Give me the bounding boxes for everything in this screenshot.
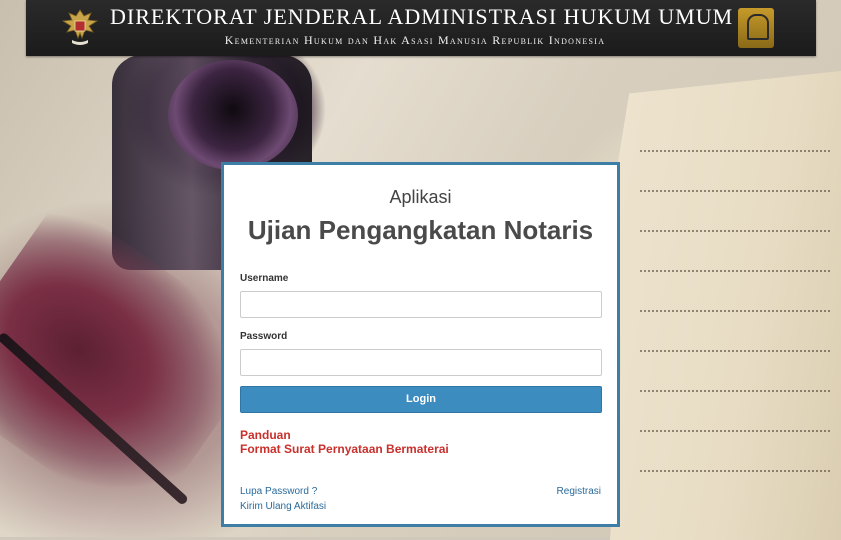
- background-handwriting: [640, 310, 830, 314]
- app-title: Ujian Pengangkatan Notaris: [247, 215, 594, 245]
- password-label: Password: [240, 331, 288, 342]
- username-input[interactable]: [240, 291, 602, 318]
- ministry-logo-icon: [738, 8, 774, 48]
- garuda-emblem-icon: [61, 9, 99, 45]
- password-input[interactable]: [240, 349, 602, 376]
- forgot-password-link[interactable]: Lupa Password ?: [240, 486, 317, 497]
- header-banner: DIREKTORAT JENDERAL ADMINISTRASI HUKUM U…: [26, 0, 816, 56]
- background-handwriting: [640, 430, 830, 434]
- header-subtitle: Kementerian Hukum dan Hak Asasi Manusia …: [224, 33, 606, 47]
- login-button[interactable]: Login: [240, 386, 602, 413]
- login-card: Aplikasi Ujian Pengangkatan Notaris User…: [221, 162, 620, 527]
- guide-link[interactable]: Panduan: [240, 428, 291, 442]
- register-link[interactable]: Registrasi: [557, 486, 601, 497]
- app-label: Aplikasi: [389, 187, 452, 207]
- background-handwriting: [640, 390, 830, 394]
- background-handwriting: [640, 190, 830, 194]
- background-handwriting: [640, 470, 830, 474]
- background-handwriting: [640, 150, 830, 154]
- background-handwriting: [640, 270, 830, 274]
- background-handwriting: [640, 350, 830, 354]
- statement-format-link[interactable]: Format Surat Pernyataan Bermaterai: [240, 442, 449, 456]
- username-label: Username: [240, 273, 289, 284]
- ink-bottle-opening: [168, 60, 298, 170]
- resend-activation-link[interactable]: Kirim Ulang Aktifasi: [240, 501, 326, 512]
- background-handwriting: [640, 230, 830, 234]
- header-title: DIREKTORAT JENDERAL ADMINISTRASI HUKUM U…: [110, 4, 734, 29]
